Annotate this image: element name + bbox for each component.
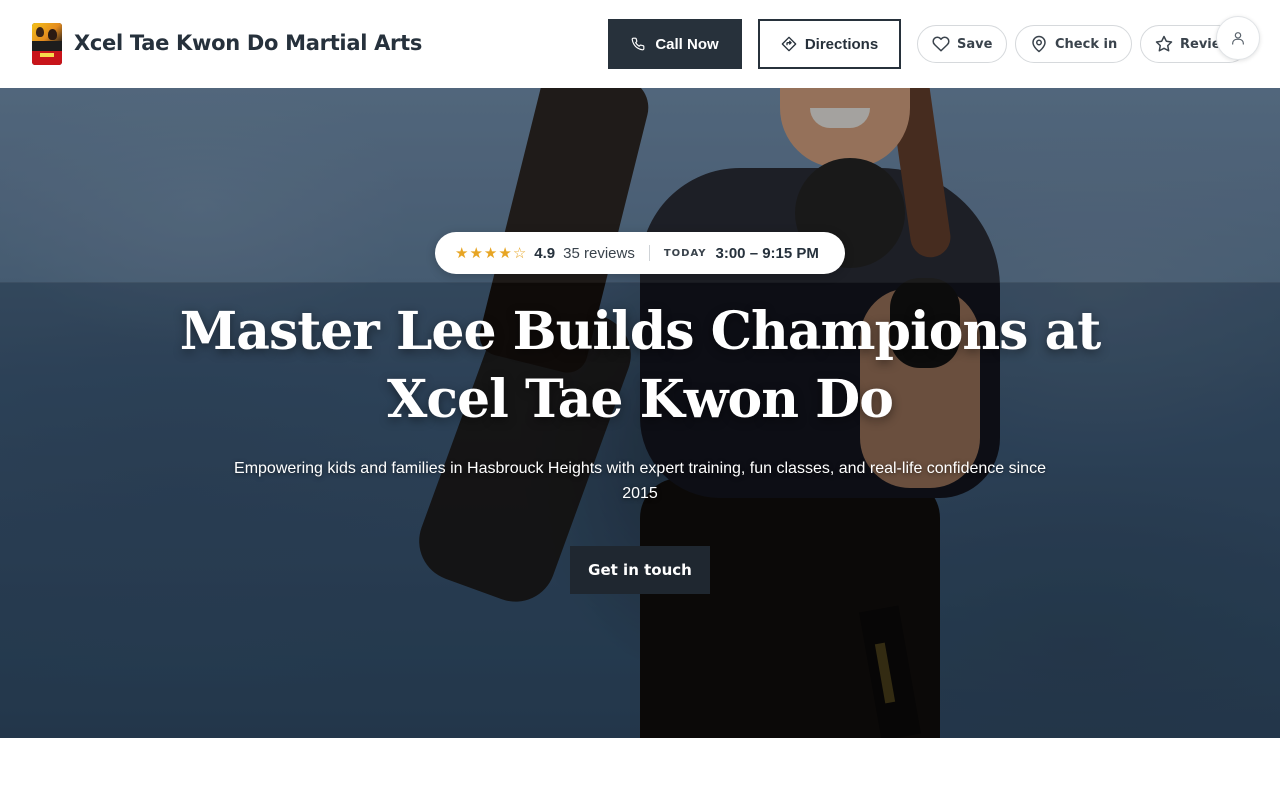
- map-pin-icon: [1030, 35, 1048, 53]
- save-label: Save: [957, 36, 993, 52]
- account-button[interactable]: [1216, 16, 1260, 60]
- business-logo[interactable]: [32, 23, 62, 65]
- star-outline-icon: [1155, 35, 1173, 53]
- reviews-label: reviews: [583, 244, 635, 262]
- opening-hours: 3:00 – 9:15 PM: [715, 244, 819, 262]
- directions-icon: [781, 36, 797, 52]
- pill-divider: [648, 245, 650, 261]
- hero-subheadline: Empowering kids and families in Hasbrouc…: [234, 460, 1046, 502]
- hero-headline: Master Lee Builds Champions at Xcel Tae …: [140, 298, 1140, 434]
- star-icon: ★: [498, 245, 512, 262]
- heart-icon: [932, 35, 950, 53]
- check-in-button[interactable]: Check in: [1015, 25, 1132, 63]
- get-in-touch-button[interactable]: Get in touch: [570, 546, 710, 594]
- headline-line-1: Master Lee Builds Champions at: [179, 301, 1102, 362]
- user-icon: [1230, 30, 1246, 46]
- check-in-label: Check in: [1055, 36, 1118, 52]
- business-name[interactable]: Xcel Tae Kwon Do Martial Arts: [74, 31, 422, 55]
- call-now-button[interactable]: Call Now: [608, 19, 742, 69]
- star-icon: ★: [469, 245, 483, 262]
- rating-hours-pill[interactable]: ★ ★ ★ ★ ☆ 4.9 35 reviews TODAY 3:00 – 9:…: [435, 232, 845, 274]
- reviews-number: 35: [563, 244, 580, 262]
- headline-line-2: Xcel Tae Kwon Do: [387, 369, 894, 430]
- phone-icon: [631, 37, 645, 51]
- reviews-count[interactable]: 35 reviews: [563, 245, 635, 262]
- save-button[interactable]: Save: [917, 25, 1007, 63]
- today-label: TODAY: [663, 247, 707, 259]
- site-header: Xcel Tae Kwon Do Martial Arts Call Now D…: [0, 0, 1280, 88]
- directions-button[interactable]: Directions: [758, 19, 901, 69]
- star-rating: ★ ★ ★ ★ ☆: [455, 244, 526, 262]
- star-icon: ★: [455, 245, 469, 262]
- star-half-icon: ☆: [512, 245, 527, 262]
- rating-value: 4.9: [534, 244, 556, 262]
- call-now-label: Call Now: [655, 35, 719, 53]
- directions-label: Directions: [804, 35, 879, 53]
- star-icon: ★: [483, 245, 498, 262]
